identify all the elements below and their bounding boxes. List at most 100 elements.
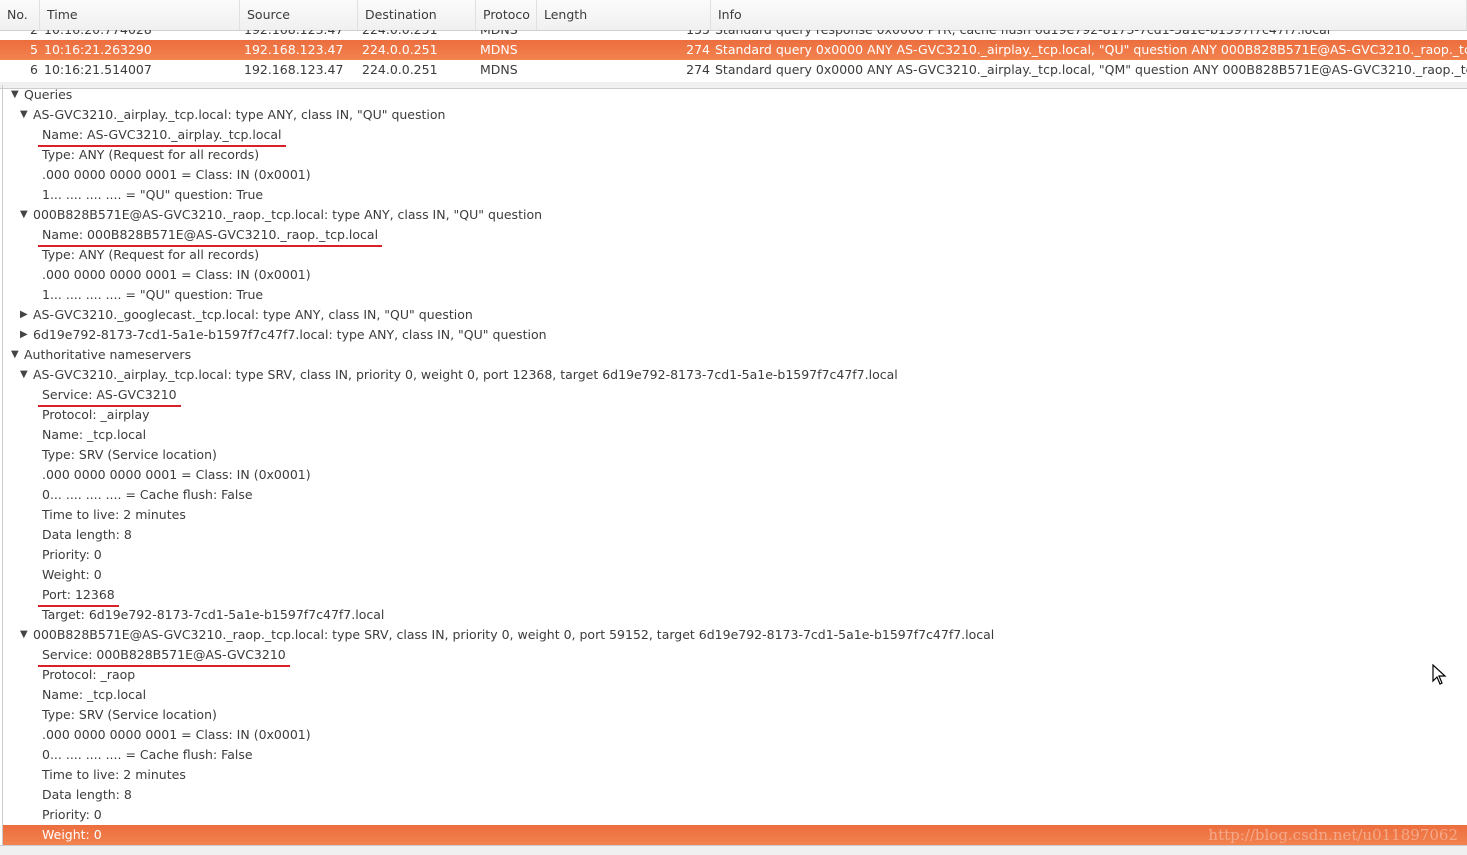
tree-node-label: AS-GVC3210._airplay._tcp.local: type SRV… [33,367,898,382]
tree-node[interactable]: ▶ 6d19e792-8173-7cd1-5a1e-b1597f7c47f7.lo… [3,325,1467,345]
tree-node-label: Data length: 8 [42,787,132,802]
tree-node[interactable]: Time to live: 2 minutes [3,505,1467,525]
tree-node-label: Time to live: 2 minutes [42,767,186,782]
packet-list[interactable]: 2 10:16:20.774028 192.168.123.47 224.0.0.25… [0,30,1467,82]
packet-dst: 224.0.0.251 [362,62,438,77]
tree-node-label: .000 0000 0000 0001 = Class: IN (0x0001) [42,727,311,742]
column-header-info[interactable]: Info [711,0,1467,30]
expanded-arrow-icon[interactable]: ▼ [11,345,19,365]
tree-node[interactable]: Service: 000B828B571E@AS-GVC3210 [3,645,1467,667]
tree-node-label: Authoritative nameservers [24,347,192,362]
packet-no: 6 [30,62,38,77]
tree-node[interactable]: 0... .... .... .... = Cache flush: False [3,485,1467,505]
tree-node[interactable]: Type: ANY (Request for all records) [3,145,1467,165]
tree-node[interactable]: Priority: 0 [3,805,1467,825]
tree-node-label: 0... .... .... .... = Cache flush: False [42,487,253,502]
expanded-arrow-icon[interactable]: ▼ [20,105,28,125]
tree-node[interactable]: Protocol: _raop [3,665,1467,685]
tree-node-label: Type: SRV (Service location) [42,447,217,462]
packet-len: 274 [686,42,710,57]
column-header-no[interactable]: No. [0,0,40,30]
packet-time: 10:16:21.514007 [44,62,152,77]
tree-node[interactable]: .000 0000 0000 0001 = Class: IN (0x0001) [3,265,1467,285]
tree-node-label: 1... .... .... .... = "QU" question: Tru… [42,287,264,302]
tree-node[interactable]: Weight: 0 http://blog.csdn.net/u011897062 [3,825,1467,845]
expanded-arrow-icon[interactable]: ▼ [20,365,28,385]
tree-node[interactable]: Port: 12368 [3,585,1467,607]
tree-node[interactable]: Type: SRV (Service location) [3,705,1467,725]
packet-row[interactable]: 5 10:16:21.263290 192.168.123.47 224.0.0.25… [0,40,1467,60]
tree-node[interactable]: 1... .... .... .... = "QU" question: Tru… [3,185,1467,205]
tree-node[interactable]: 0... .... .... .... = Cache flush: False [3,745,1467,765]
tree-node[interactable]: Type: SRV (Service location) [3,445,1467,465]
tree-node[interactable]: Priority: 0 [3,545,1467,565]
column-header-time[interactable]: Time [40,0,240,30]
tree-node-label: 000B828B571E@AS-GVC3210._raop._tcp.local… [33,627,995,642]
tree-node-label: Type: SRV (Service location) [42,707,217,722]
tree-node[interactable]: ▼ AS-GVC3210._airplay._tcp.local: type AN… [3,105,1467,125]
tree-node-label: Port: 12368 [38,585,119,607]
tree-node-label: AS-GVC3210._airplay._tcp.local: type ANY… [33,107,446,122]
tree-node-label: 6d19e792-8173-7cd1-5a1e-b1597f7c47f7.loc… [33,327,547,342]
tree-node[interactable]: .000 0000 0000 0001 = Class: IN (0x0001) [3,165,1467,185]
tree-node[interactable]: Name: 000B828B571E@AS-GVC3210._raop._tcp… [3,225,1467,247]
tree-node[interactable]: Time to live: 2 minutes [3,765,1467,785]
mouse-cursor-icon [1432,664,1447,685]
expanded-arrow-icon[interactable]: ▼ [20,625,28,645]
tree-node-label: Weight: 0 [42,567,102,582]
tree-node[interactable]: ▼ AS-GVC3210._airplay._tcp.local: type SR… [3,365,1467,385]
column-header-protoco[interactable]: Protoco [476,0,537,30]
tree-node[interactable]: .000 0000 0000 0001 = Class: IN (0x0001) [3,465,1467,485]
tree-node-label: Priority: 0 [42,547,102,562]
tree-node-label: Name: AS-GVC3210._airplay._tcp.local [38,125,286,147]
tree-node[interactable]: Data length: 8 [3,525,1467,545]
expanded-arrow-icon[interactable]: ▼ [20,205,28,225]
packet-time: 10:16:21.263290 [44,42,152,57]
tree-node[interactable]: ▼ 000B828B571E@AS-GVC3210._raop._tcp.loca… [3,625,1467,645]
tree-node[interactable]: Protocol: _airplay [3,405,1467,425]
watermark: http://blog.csdn.net/u011897062 [1208,826,1458,844]
packet-info: Standard query 0x0000 ANY AS-GVC3210._ai… [715,42,1467,57]
tree-node[interactable]: Weight: 0 [3,565,1467,585]
tree-node-label: Data length: 8 [42,527,132,542]
column-header-length[interactable]: Length [537,0,711,30]
tree-node[interactable]: Data length: 8 [3,785,1467,805]
packet-src: 192.168.123.47 [244,62,344,77]
packet-row[interactable]: 2 10:16:20.774028 192.168.123.47 224.0.0.25… [0,30,1467,40]
tree-node[interactable]: ▶ AS-GVC3210._googlecast._tcp.local: type… [3,305,1467,325]
packet-proto: MDNS [480,62,518,77]
tree-node[interactable]: Service: AS-GVC3210 [3,385,1467,407]
tree-node[interactable]: Name: _tcp.local [3,425,1467,445]
tree-node-label: Service: 000B828B571E@AS-GVC3210 [38,645,290,667]
packet-src: 192.168.123.47 [244,30,343,40]
tree-node-label: Time to live: 2 minutes [42,507,186,522]
tree-node[interactable]: Target: 6d19e792-8173-7cd1-5a1e-b1597f7c… [3,605,1467,625]
packet-no: 2 [30,30,38,40]
packet-len: 274 [686,62,710,77]
tree-node[interactable]: Name: AS-GVC3210._airplay._tcp.local [3,125,1467,147]
collapsed-arrow-icon[interactable]: ▶ [20,305,28,325]
expanded-arrow-icon[interactable]: ▼ [11,85,19,105]
packet-row[interactable]: 6 10:16:21.514007 192.168.123.47 224.0.0.25… [0,60,1467,80]
column-header-source[interactable]: Source [240,0,358,30]
collapsed-arrow-icon[interactable]: ▶ [20,325,28,345]
tree-node-label: Queries [24,87,73,102]
tree-node[interactable]: 1... .... .... .... = "QU" question: Tru… [3,285,1467,305]
tree-node-label: 000B828B571E@AS-GVC3210._raop._tcp.local… [33,207,543,222]
tree-node-label: Type: ANY (Request for all records) [42,247,260,262]
tree-node[interactable]: ▼ 000B828B571E@AS-GVC3210._raop._tcp.loca… [3,205,1467,225]
tree-node-label: Name: _tcp.local [42,427,147,442]
packet-proto: MDNS [480,42,518,57]
column-header-destination[interactable]: Destination [358,0,476,30]
tree-node[interactable]: Name: _tcp.local [3,685,1467,705]
packet-details-tree[interactable]: ▼ Queries ▼ AS-GVC3210._airplay._tcp.local:… [2,85,1467,845]
packet-dst: 224.0.0.251 [362,30,438,40]
packet-proto: MDNS [480,30,518,40]
packet-src: 192.168.123.47 [244,42,344,57]
tree-node-label: .000 0000 0000 0001 = Class: IN (0x0001) [42,467,311,482]
tree-node-label: Protocol: _airplay [42,407,150,422]
tree-node[interactable]: .000 0000 0000 0001 = Class: IN (0x0001) [3,725,1467,745]
tree-node[interactable]: Type: ANY (Request for all records) [3,245,1467,265]
tree-node[interactable]: ▼ Authoritative nameservers [3,345,1467,365]
tree-node[interactable]: ▼ Queries [3,85,1467,105]
